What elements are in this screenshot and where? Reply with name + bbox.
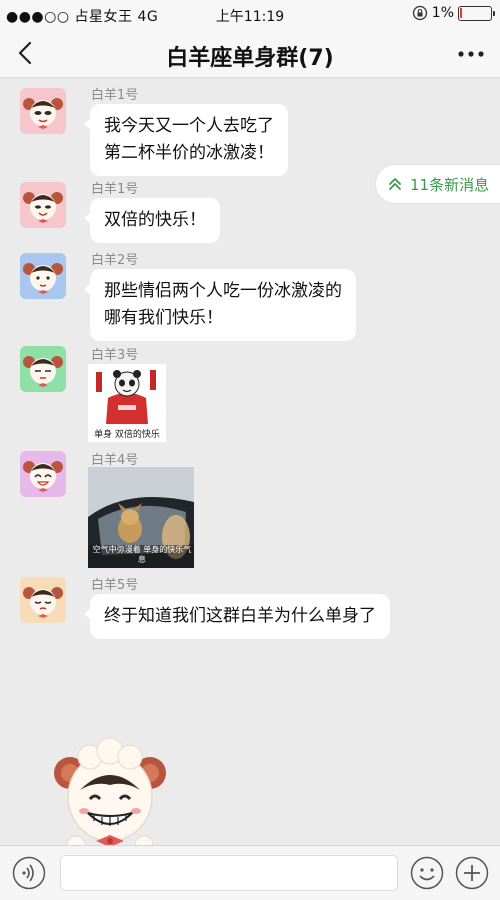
sheep-avatar-icon — [23, 192, 63, 223]
sender-name: 白羊2号 — [91, 253, 139, 268]
chat-message: 白羊3号 单身 双倍的快乐 — [0, 344, 500, 444]
avatar[interactable] — [20, 182, 66, 228]
battery-icon — [458, 5, 495, 21]
message-line: 第二杯半价的冰激凌！ — [104, 143, 274, 163]
avatar[interactable] — [20, 451, 66, 497]
status-right: 1% — [412, 5, 495, 21]
sheep-avatar-icon — [23, 263, 63, 294]
voice-icon[interactable] — [12, 856, 46, 890]
panda-sticker[interactable]: 单身 双倍的快乐 — [88, 364, 166, 442]
emoji-icon[interactable] — [410, 856, 444, 890]
battery-percent: 1% — [431, 5, 454, 21]
sender-name: 白羊1号 — [91, 88, 139, 103]
sender-name: 白羊4号 — [91, 453, 139, 468]
chat-message: 白羊1号 我今天又一个人去吃了 第二杯半价的冰激凌！ — [0, 84, 500, 176]
avatar[interactable] — [20, 253, 66, 299]
dog-car-sticker[interactable]: 空气中弥漫着 单身的快乐气息 — [88, 467, 194, 568]
sender-name: 白羊3号 — [91, 348, 139, 363]
more-dots-icon[interactable] — [454, 40, 488, 68]
status-bar: ●●●○○ 占星女王 4G 上午11:19 1% — [0, 0, 500, 30]
chat-message: 白羊5号 终于知道我们这群白羊为什么单身了 — [0, 574, 500, 644]
chat-header: 白羊座单身群(7) — [0, 30, 500, 78]
message-line: 那些情侣两个人吃一份冰激凌的 — [104, 281, 342, 301]
plus-icon[interactable] — [455, 856, 489, 890]
sender-name: 白羊5号 — [91, 578, 139, 593]
message-line: 双倍的快乐！ — [104, 210, 206, 230]
sheep-mascot-image — [54, 737, 166, 855]
message-line: 我今天又一个人去吃了 — [104, 116, 274, 136]
message-line: 终于知道我们这群白羊为什么单身了 — [104, 606, 376, 626]
avatar[interactable] — [20, 577, 66, 623]
sticker-caption: 空气中弥漫着 单身的快乐气息 — [92, 545, 192, 564]
chat-message: 白羊1号 双倍的快乐！ — [0, 178, 500, 248]
message-bubble[interactable]: 终于知道我们这群白羊为什么单身了 — [84, 594, 390, 639]
chat-message: 白羊4号 空气中弥漫着 单身的快乐气息 — [0, 449, 500, 574]
message-input[interactable] — [60, 855, 398, 891]
message-bubble[interactable]: 双倍的快乐！ — [84, 198, 220, 243]
chat-title: 白羊座单身群(7) — [166, 46, 334, 71]
sheep-avatar-icon — [23, 587, 63, 618]
sheep-avatar-icon — [23, 356, 63, 387]
sheep-avatar-icon — [23, 98, 63, 129]
sender-name: 白羊1号 — [91, 182, 139, 197]
message-bubble[interactable]: 那些情侣两个人吃一份冰激凌的 哪有我们快乐！ — [84, 269, 356, 341]
sticker-caption: 单身 双倍的快乐 — [94, 430, 160, 440]
chat-message: 白羊2号 那些情侣两个人吃一份冰激凌的 哪有我们快乐！ — [0, 249, 500, 344]
sheep-avatar-icon — [23, 461, 63, 492]
panda-sticker-image — [96, 370, 156, 424]
avatar[interactable] — [20, 88, 66, 134]
input-bar — [0, 845, 500, 900]
lock-rotation-icon — [412, 5, 427, 21]
avatar[interactable] — [20, 346, 66, 392]
message-line: 哪有我们快乐！ — [104, 308, 223, 328]
message-bubble[interactable]: 我今天又一个人去吃了 第二杯半价的冰激凌！ — [84, 104, 288, 176]
